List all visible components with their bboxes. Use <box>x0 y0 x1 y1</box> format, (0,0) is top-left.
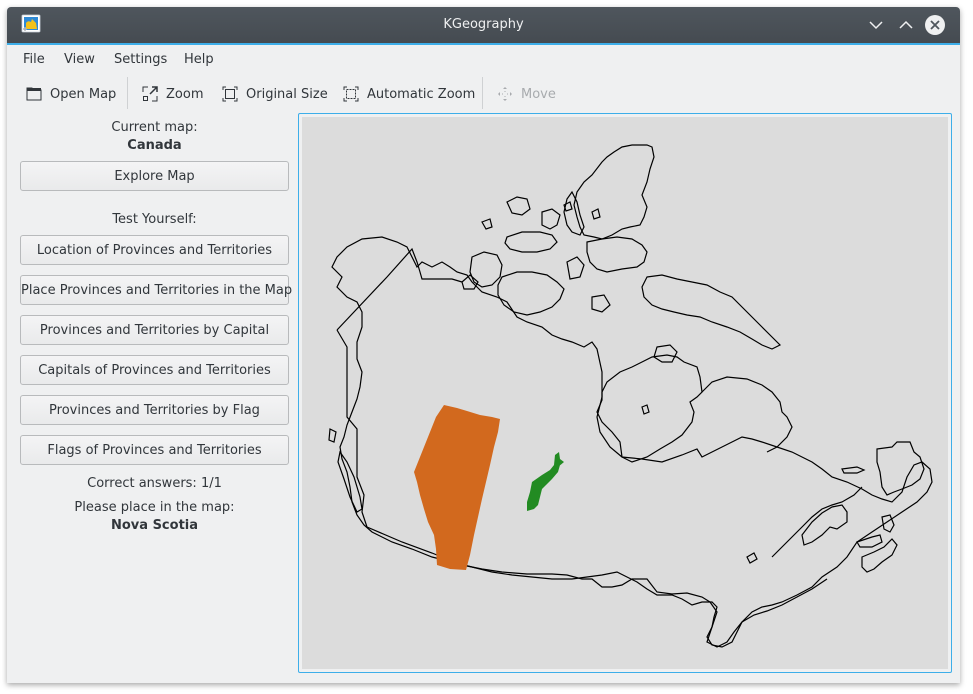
location-quiz-button[interactable]: Location of Provinces and Territories <box>20 235 289 265</box>
app-window: KGeography File View Settings Help Open … <box>7 7 960 683</box>
nova-scotia-region <box>527 452 564 511</box>
auto-zoom-icon <box>343 86 359 102</box>
zoom-button[interactable]: Zoom <box>142 81 203 107</box>
sidebar-panel: Current map: Canada Explore Map Test You… <box>7 115 297 675</box>
anticosti <box>841 466 866 474</box>
move-icon <box>498 87 512 101</box>
by-flag-quiz-button[interactable]: Provinces and Territories by Flag <box>20 395 289 425</box>
newfoundland <box>876 441 925 496</box>
belcher-islands <box>641 404 650 415</box>
nova-scotia-outline <box>861 538 898 573</box>
title-bar[interactable]: KGeography <box>7 7 960 45</box>
place-in-map-quiz-button[interactable]: Place Provinces and Territories in the M… <box>20 275 292 305</box>
close-icon[interactable] <box>924 14 946 36</box>
canada-map[interactable] <box>302 117 948 669</box>
open-map-label: Open Map <box>50 86 117 102</box>
melville-island <box>504 231 558 253</box>
king-william <box>591 294 611 313</box>
lake-nipigon <box>746 552 758 564</box>
original-size-icon <box>222 86 238 102</box>
test-yourself-label: Test Yourself: <box>112 212 197 227</box>
map-canvas[interactable] <box>302 117 948 669</box>
original-size-button[interactable]: Original Size <box>222 81 328 107</box>
banks-island <box>469 251 503 288</box>
automatic-zoom-label: Automatic Zoom <box>367 86 476 102</box>
menu-view[interactable]: View <box>64 52 95 67</box>
capitals-quiz-button[interactable]: Capitals of Provinces and Territories <box>20 355 289 385</box>
explore-map-button[interactable]: Explore Map <box>20 161 289 191</box>
menu-help[interactable]: Help <box>184 52 214 67</box>
bc-coast <box>336 329 368 528</box>
mackenzie-delta <box>461 274 479 290</box>
toolbar-separator <box>127 77 128 109</box>
zoom-label: Zoom <box>166 86 204 102</box>
map-view[interactable] <box>298 113 952 673</box>
menu-bar: File View Settings Help <box>7 45 960 73</box>
ellesmere-island <box>573 144 655 240</box>
hudson-bay-outline <box>596 354 703 463</box>
correct-answers-counter: Correct answers: 1/1 <box>87 476 222 491</box>
current-map-label: Current map: <box>111 120 198 135</box>
south-border <box>366 526 711 603</box>
gaspe-peninsula <box>801 504 848 546</box>
somerset-island <box>566 256 585 280</box>
open-map-button[interactable]: Open Map <box>26 81 116 107</box>
st-lawrence-north <box>771 486 863 558</box>
move-button[interactable]: Move <box>497 81 556 107</box>
zoom-select-icon <box>142 86 158 102</box>
small-island-2 <box>591 208 601 220</box>
main-toolbar: Open Map Zoom Original Size Automatic Zo… <box>7 77 960 111</box>
yukon-alaska-border <box>336 247 463 331</box>
baffin-island <box>641 274 782 350</box>
victoria-island <box>497 271 565 316</box>
menu-settings[interactable]: Settings <box>114 52 167 67</box>
haida-gwaii <box>328 428 337 443</box>
southampton-island <box>653 344 678 363</box>
toolbar-separator <box>482 77 483 109</box>
bathurst-island <box>541 208 561 230</box>
prince-patrick <box>506 196 531 216</box>
devon-island <box>586 236 648 273</box>
pei <box>856 534 883 548</box>
chevron-up-icon[interactable] <box>895 14 917 36</box>
prompt-label: Please place in the map: <box>74 500 235 515</box>
labrador-coast <box>701 376 793 453</box>
automatic-zoom-button[interactable]: Automatic Zoom <box>343 81 475 107</box>
mainland-outline <box>331 236 933 648</box>
menu-file[interactable]: File <box>23 52 45 67</box>
small-island-3 <box>481 218 493 230</box>
flags-quiz-button[interactable]: Flags of Provinces and Territories <box>20 435 289 465</box>
window-title: KGeography <box>443 17 524 32</box>
original-size-label: Original Size <box>246 86 328 102</box>
move-label: Move <box>521 86 556 102</box>
prompt-target: Nova Scotia <box>110 518 199 533</box>
folder-icon <box>26 87 42 101</box>
current-map-name: Canada <box>127 138 182 153</box>
by-capital-quiz-button[interactable]: Provinces and Territories by Capital <box>20 315 289 345</box>
alberta-region <box>414 405 500 570</box>
chevron-down-icon[interactable] <box>865 14 887 36</box>
